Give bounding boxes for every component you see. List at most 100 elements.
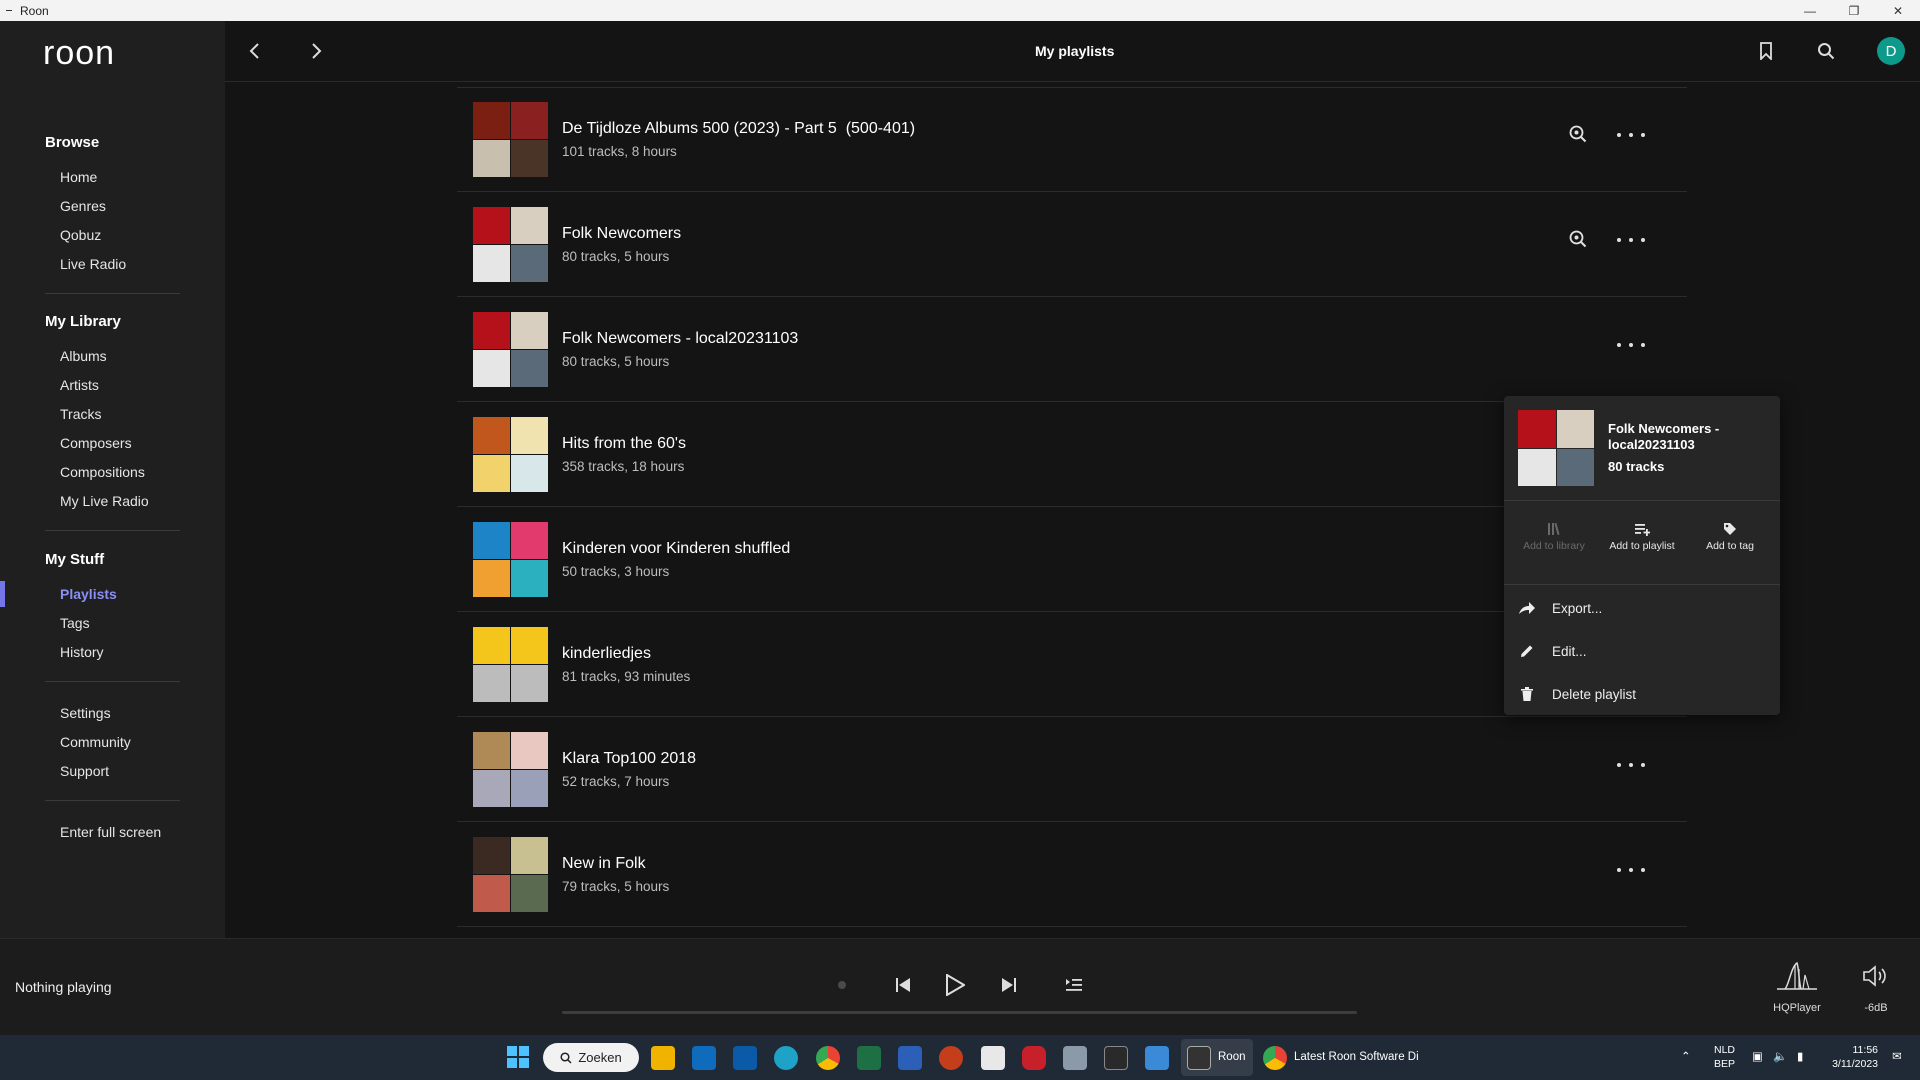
network-app-icon[interactable] (1145, 1046, 1169, 1070)
more-options-icon[interactable] (1617, 860, 1645, 880)
playlist-artwork[interactable] (473, 207, 548, 282)
search-icon[interactable] (1814, 39, 1838, 63)
sidebar-item-community[interactable]: Community (60, 734, 131, 750)
playlist-title[interactable]: kinderliedjes (562, 645, 651, 663)
playlist-row[interactable]: De Tijdloze Albums 500 (2023) - Part 5 (… (457, 87, 1687, 192)
enter-full-screen-button[interactable]: Enter full screen (60, 824, 161, 840)
queue-icon[interactable] (1061, 972, 1087, 998)
clock-time[interactable]: 11:56 (1838, 1044, 1879, 1056)
windows-start-icon[interactable] (507, 1046, 529, 1068)
maximize-button[interactable]: ❐ (1832, 0, 1876, 21)
edit-menu-item[interactable]: Edit... (1518, 639, 1768, 663)
playlist-row[interactable]: kinderliedjes 81 tracks, 93 minutes (457, 612, 1687, 717)
sidebar-item-home[interactable]: Home (60, 169, 97, 185)
chrome-window-label[interactable]: Latest Roon Software Di (1294, 1051, 1419, 1063)
playlist-row[interactable]: Folk Newcomers - local20231103 80 tracks,… (457, 297, 1687, 402)
sidebar-item-playlists[interactable]: Playlists (60, 586, 117, 602)
sidebar-item-tracks[interactable]: Tracks (60, 406, 101, 422)
roon-taskbar-icon[interactable] (1187, 1046, 1211, 1070)
playlist-row[interactable]: Hits from the 60's 358 tracks, 18 hours (457, 402, 1687, 507)
chrome-icon[interactable] (816, 1046, 840, 1070)
minimize-button[interactable]: — (1788, 0, 1832, 21)
sidebar-item-albums[interactable]: Albums (60, 348, 107, 364)
taskbar-search-button[interactable]: Zoeken (543, 1043, 639, 1072)
playlist-artwork[interactable] (473, 312, 548, 387)
clock-date[interactable]: 3/11/2023 (1826, 1058, 1878, 1070)
focus-search-icon[interactable] (1568, 124, 1588, 144)
playlist-artwork[interactable] (473, 732, 548, 807)
bookmark-icon[interactable] (1754, 39, 1778, 63)
add-to-playlist-button[interactable]: Add to playlist (1602, 521, 1682, 553)
excel-icon[interactable] (857, 1046, 881, 1070)
sidebar-item-my-live-radio[interactable]: My Live Radio (60, 493, 149, 509)
progress-bar[interactable] (562, 1011, 1357, 1014)
playlist-artwork[interactable] (473, 102, 548, 177)
outlook-icon[interactable] (692, 1046, 716, 1070)
play-icon[interactable] (942, 972, 968, 998)
playlist-artwork[interactable] (473, 522, 548, 597)
more-options-icon[interactable] (1617, 125, 1645, 145)
playlist-title[interactable]: Folk Newcomers - local20231103 (562, 330, 798, 348)
language-indicator[interactable]: NLD (1714, 1044, 1735, 1056)
edge-icon[interactable] (774, 1046, 798, 1070)
roon-logo[interactable]: roon (43, 34, 115, 73)
playlist-row[interactable]: Folk Newcomers 80 tracks, 5 hours (457, 192, 1687, 297)
playlist-title[interactable]: New in Folk (562, 855, 646, 873)
playlist-artwork[interactable] (473, 417, 548, 492)
more-options-icon[interactable] (1617, 230, 1645, 250)
focus-search-icon[interactable] (1568, 229, 1588, 249)
playlist-title[interactable]: De Tijdloze Albums 500 (2023) - Part 5 (… (562, 120, 915, 138)
display-icon[interactable]: ▣ (1752, 1049, 1763, 1063)
notepad-icon[interactable] (981, 1046, 1005, 1070)
volume-icon[interactable] (1862, 964, 1890, 990)
red-app-icon[interactable] (1022, 1046, 1046, 1070)
speaker-icon[interactable]: 🔈 (1773, 1049, 1787, 1063)
sidebar-item-support[interactable]: Support (60, 763, 109, 779)
chrome-window-icon[interactable] (1263, 1046, 1287, 1070)
back-arrow-icon[interactable] (243, 39, 267, 63)
sidebar-item-tags[interactable]: Tags (60, 615, 90, 631)
file-explorer-icon[interactable] (651, 1046, 675, 1070)
avatar[interactable]: D (1877, 37, 1905, 65)
battery-icon[interactable]: ▮ (1797, 1049, 1803, 1063)
add-to-tag-button[interactable]: Add to tag (1690, 521, 1770, 553)
outlook-calendar-icon[interactable] (733, 1046, 757, 1070)
hqplayer-zone-icon[interactable] (1775, 959, 1819, 995)
playlist-row[interactable]: Klara Top100 2018 52 tracks, 7 hours (457, 717, 1687, 822)
next-track-icon[interactable] (996, 972, 1022, 998)
word-icon[interactable] (898, 1046, 922, 1070)
roon-taskbar-label[interactable]: Roon (1218, 1051, 1246, 1063)
playlist-row[interactable]: Kinderen voor Kinderen shuffled 50 tracks… (457, 507, 1687, 612)
sidebar-item-qobuz[interactable]: Qobuz (60, 227, 101, 243)
playlist-row[interactable]: New in Folk 79 tracks, 5 hours (457, 822, 1687, 927)
playlist-artwork[interactable] (473, 837, 548, 912)
sidebar-item-composers[interactable]: Composers (60, 435, 132, 451)
forward-arrow-icon[interactable] (304, 39, 328, 63)
remote-desktop-icon[interactable] (1063, 1046, 1087, 1070)
more-options-icon[interactable] (1617, 755, 1645, 775)
sidebar-item-artists[interactable]: Artists (60, 377, 99, 393)
playlist-title[interactable]: Klara Top100 2018 (562, 750, 696, 768)
playlist-title[interactable]: Kinderen voor Kinderen shuffled (562, 540, 790, 558)
powerpoint-icon[interactable] (939, 1046, 963, 1070)
playlist-title[interactable]: Folk Newcomers (562, 225, 681, 243)
keyboard-layout-indicator[interactable]: BEP (1714, 1058, 1735, 1070)
more-options-icon[interactable] (1617, 335, 1645, 355)
volume-label[interactable]: -6dB (1856, 1002, 1896, 1014)
delete-playlist-menu-item[interactable]: Delete playlist (1518, 682, 1768, 706)
playlist-title[interactable]: Hits from the 60's (562, 435, 686, 453)
playlist-artwork[interactable] (473, 627, 548, 702)
terminal-icon[interactable] (1104, 1046, 1128, 1070)
sidebar-item-compositions[interactable]: Compositions (60, 464, 145, 480)
sidebar-item-history[interactable]: History (60, 644, 104, 660)
chevron-up-icon[interactable]: ⌃ (1681, 1049, 1691, 1063)
notification-icon[interactable]: ✉ (1892, 1049, 1902, 1063)
export-menu-item[interactable]: Export... (1518, 596, 1768, 620)
zone-label[interactable]: HQPlayer (1770, 1002, 1824, 1014)
add-to-library-button[interactable]: Add to library (1514, 521, 1594, 553)
previous-track-icon[interactable] (890, 972, 916, 998)
close-button[interactable]: ✕ (1876, 0, 1920, 21)
sidebar-item-settings[interactable]: Settings (60, 705, 111, 721)
sidebar-item-genres[interactable]: Genres (60, 198, 106, 214)
sidebar-item-live-radio[interactable]: Live Radio (60, 256, 126, 272)
